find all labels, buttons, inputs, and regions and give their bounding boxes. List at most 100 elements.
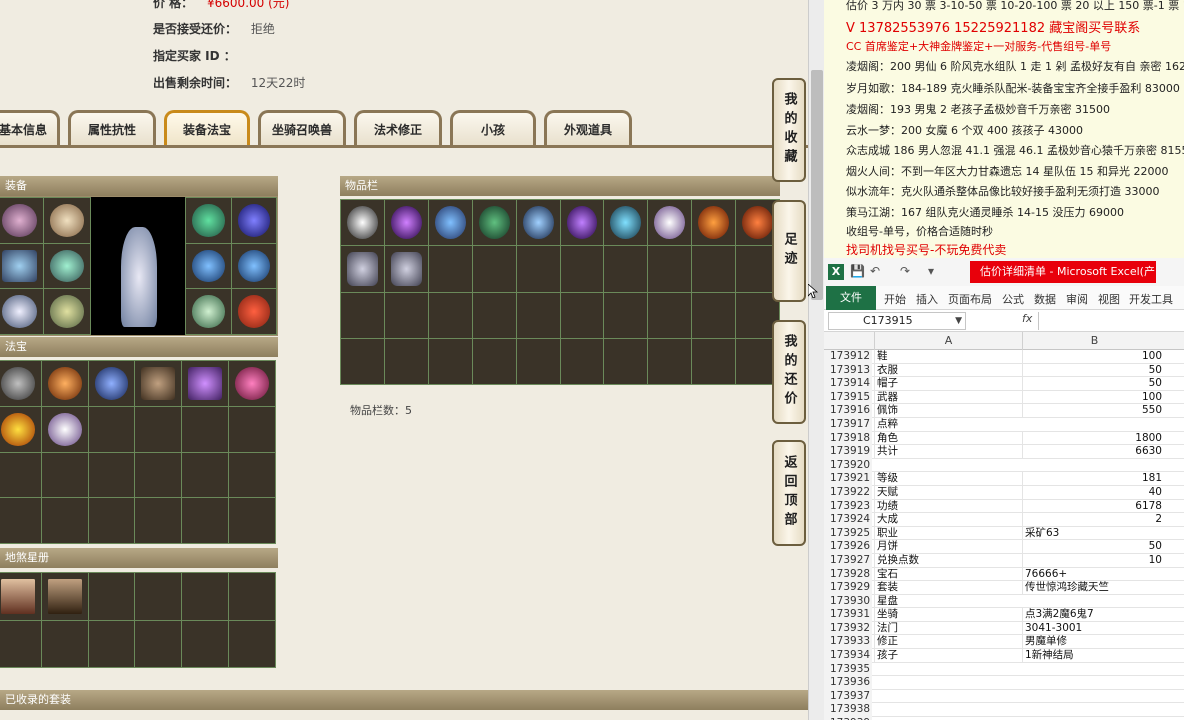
cell-a[interactable]: 共计 <box>874 445 1022 459</box>
cell-b[interactable]: 3041-3001 <box>1022 621 1166 636</box>
treasure-slot[interactable] <box>135 452 182 498</box>
equip-slot[interactable] <box>43 289 90 334</box>
cell-a[interactable]: 修正 <box>874 635 1022 650</box>
cell-b[interactable]: 100 <box>1022 390 1166 405</box>
treasure-slot[interactable] <box>229 406 275 452</box>
inventory-slot[interactable] <box>516 200 560 246</box>
equip-slot[interactable] <box>0 243 43 289</box>
cell-a[interactable]: 大成 <box>874 513 1022 527</box>
inventory-slot[interactable] <box>341 200 384 246</box>
equip-slot[interactable] <box>186 198 231 243</box>
cell-a[interactable]: 点粹 <box>874 417 1022 432</box>
inventory-slot[interactable] <box>560 200 604 246</box>
cell-b[interactable]: 传世惊鸿珍藏天竺 <box>1022 581 1166 595</box>
cell-a[interactable]: 角色 <box>874 431 1022 446</box>
starbook-slot[interactable] <box>0 573 41 620</box>
equip-slot[interactable] <box>0 289 43 334</box>
inventory-slot[interactable] <box>692 246 736 292</box>
row-number[interactable]: 173914 <box>824 377 872 391</box>
treasure-slot[interactable] <box>182 452 229 498</box>
inventory-slot[interactable] <box>516 246 560 292</box>
row-number[interactable]: 173932 <box>824 621 872 636</box>
cell-b[interactable]: 10 <box>1022 553 1166 568</box>
inventory-slot[interactable] <box>516 292 560 338</box>
cell-b[interactable]: 181 <box>1022 472 1166 486</box>
row-number[interactable]: 173922 <box>824 485 872 500</box>
cell-a[interactable]: 功绩 <box>874 499 1022 514</box>
tab-equipment[interactable]: 装备法宝 <box>164 110 250 146</box>
starbook-slot[interactable] <box>182 620 229 667</box>
treasure-slot[interactable] <box>182 406 229 452</box>
fx-icon[interactable]: fx <box>1022 312 1032 325</box>
cell-a[interactable]: 星盘 <box>874 594 1022 609</box>
treasure-slot[interactable] <box>41 406 88 452</box>
treasure-slot[interactable] <box>135 406 182 452</box>
inventory-slot[interactable] <box>648 200 692 246</box>
cell-a[interactable]: 月饼 <box>874 540 1022 554</box>
equip-slot[interactable] <box>231 243 276 289</box>
ribbon-tab-review[interactable]: 审阅 <box>1066 291 1088 307</box>
inventory-slot[interactable] <box>692 338 736 384</box>
inventory-slot[interactable] <box>384 292 428 338</box>
page-scrollbar[interactable] <box>808 0 824 720</box>
inventory-slot[interactable] <box>604 200 648 246</box>
my-counteroffer-button[interactable]: 我的还价 <box>772 320 806 424</box>
name-box[interactable]: C173915 ▼ <box>828 312 966 330</box>
inventory-slot[interactable] <box>648 338 692 384</box>
inventory-slot[interactable] <box>472 200 516 246</box>
row-number[interactable]: 173918 <box>824 431 872 446</box>
treasure-slot[interactable] <box>88 498 135 543</box>
row-number[interactable]: 173930 <box>824 594 872 609</box>
inventory-slot[interactable] <box>428 338 472 384</box>
cell-a[interactable]: 兑换点数 <box>874 553 1022 568</box>
treasure-slot[interactable] <box>88 361 135 406</box>
row-number[interactable]: 173921 <box>824 472 872 486</box>
inventory-slot[interactable] <box>604 246 648 292</box>
treasure-slot[interactable] <box>88 452 135 498</box>
formula-input[interactable] <box>1038 312 1184 330</box>
equip-slot[interactable] <box>231 289 276 334</box>
inventory-slot[interactable] <box>472 246 516 292</box>
treasure-slot[interactable] <box>41 498 88 543</box>
cell-a[interactable]: 职业 <box>874 526 1022 541</box>
cell-b[interactable]: 50 <box>1022 377 1166 391</box>
inventory-slot[interactable] <box>648 292 692 338</box>
row-number[interactable]: 173916 <box>824 404 872 418</box>
ribbon-tab-home[interactable]: 开始 <box>884 291 906 307</box>
inventory-slot[interactable] <box>428 292 472 338</box>
redo-icon[interactable]: ↷ <box>900 264 910 278</box>
equip-slot[interactable] <box>43 243 90 289</box>
cell-a[interactable]: 等级 <box>874 472 1022 486</box>
cell-a[interactable]: 衣服 <box>874 363 1022 378</box>
starbook-slot[interactable] <box>0 620 41 667</box>
treasure-slot[interactable] <box>135 498 182 543</box>
cell-a[interactable]: 坐骑 <box>874 608 1022 622</box>
back-to-top-button[interactable]: 返回顶部 <box>772 440 806 546</box>
starbook-slot[interactable] <box>182 573 229 620</box>
inventory-slot[interactable] <box>516 338 560 384</box>
inventory-slot[interactable] <box>648 246 692 292</box>
row-number[interactable]: 173920 <box>824 458 872 473</box>
starbook-slot[interactable] <box>135 573 182 620</box>
row-number[interactable]: 173912 <box>824 350 872 364</box>
inventory-slot[interactable] <box>428 200 472 246</box>
starbook-slot[interactable] <box>135 620 182 667</box>
treasure-slot[interactable] <box>229 361 275 406</box>
treasure-slot[interactable] <box>135 361 182 406</box>
equip-slot[interactable] <box>43 198 90 243</box>
row-number[interactable]: 173938 <box>824 703 872 718</box>
inventory-slot[interactable] <box>472 338 516 384</box>
cell-a[interactable]: 鞋 <box>874 350 1022 364</box>
inventory-slot[interactable] <box>560 292 604 338</box>
inventory-slot[interactable] <box>384 200 428 246</box>
inventory-slot[interactable] <box>692 200 736 246</box>
cell-a[interactable]: 法门 <box>874 621 1022 636</box>
tab-child[interactable]: 小孩 <box>450 110 536 146</box>
equip-slot[interactable] <box>186 289 231 334</box>
cell-b[interactable]: 550 <box>1022 404 1166 418</box>
treasure-slot[interactable] <box>182 361 229 406</box>
save-icon[interactable]: 💾 <box>850 264 865 278</box>
row-number[interactable]: 173934 <box>824 649 872 663</box>
starbook-slot[interactable] <box>88 620 135 667</box>
footprint-button[interactable]: 足迹 <box>772 200 806 302</box>
